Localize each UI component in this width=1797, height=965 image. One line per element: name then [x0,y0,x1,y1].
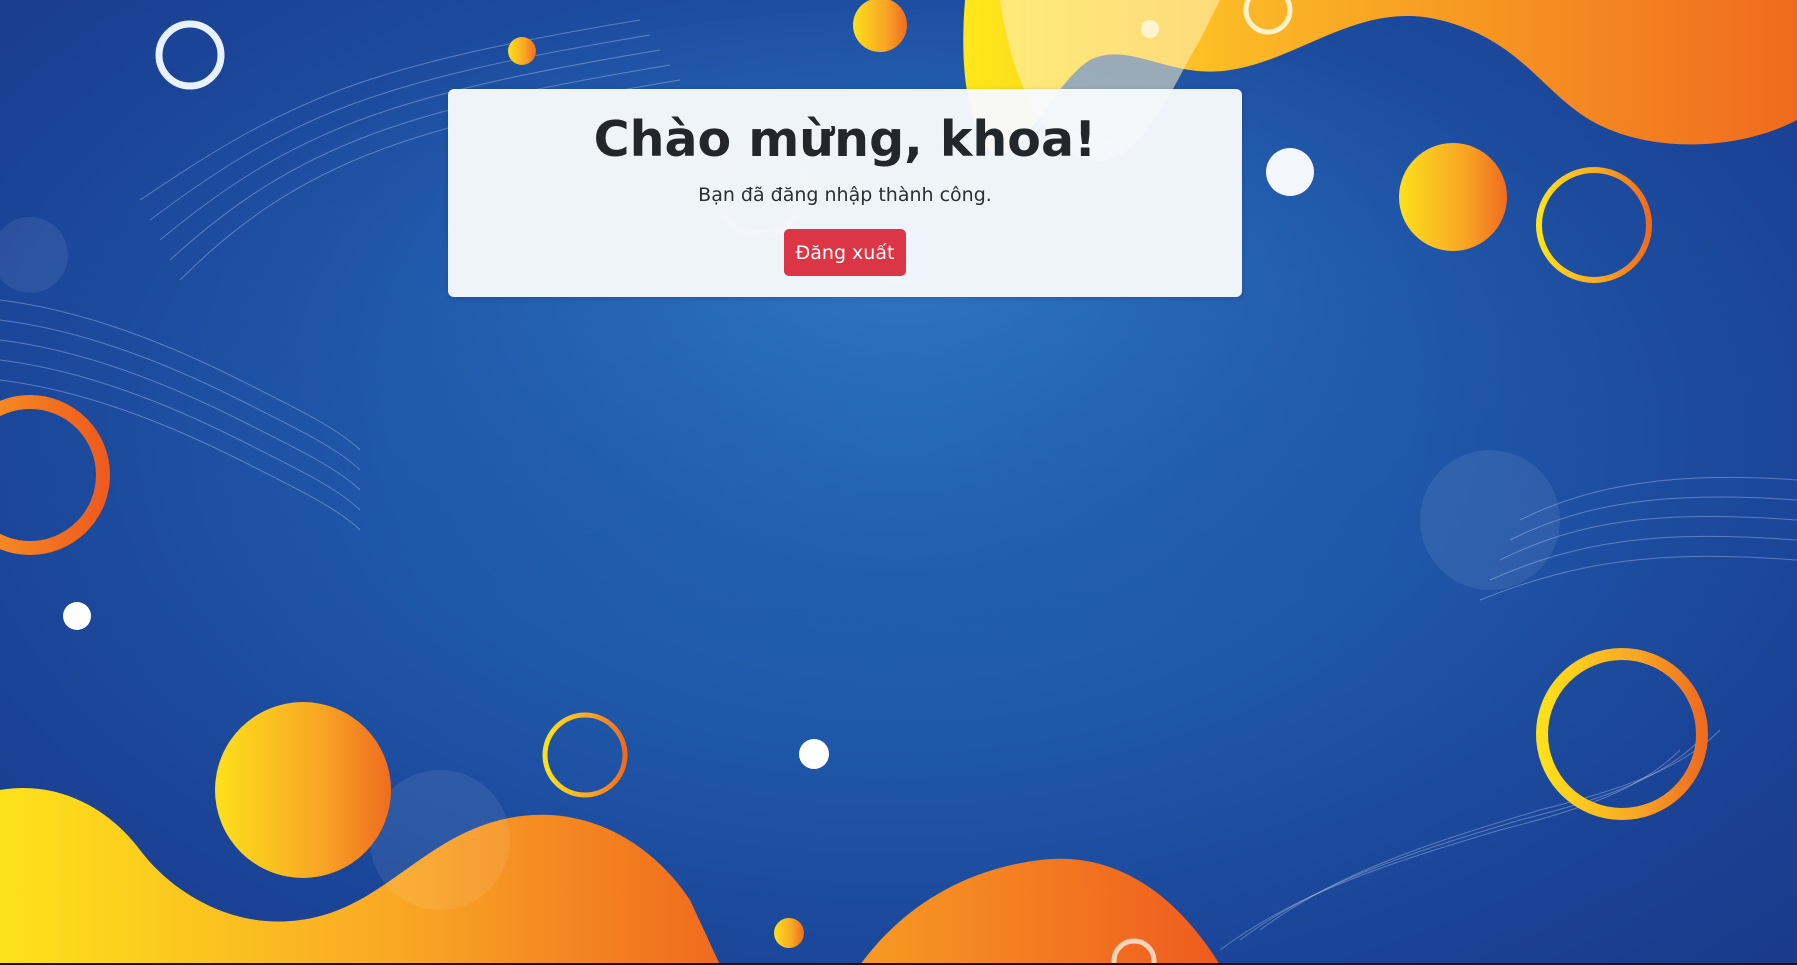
logout-button[interactable]: Đăng xuất [784,229,906,276]
login-success-message: Bạn đã đăng nhập thành công. [698,184,992,206]
welcome-card: Chào mừng, khoa! Bạn đã đăng nhập thành … [448,89,1242,297]
welcome-title: Chào mừng, khoa! [593,111,1097,168]
page-background: Chào mừng, khoa! Bạn đã đăng nhập thành … [0,0,1797,965]
